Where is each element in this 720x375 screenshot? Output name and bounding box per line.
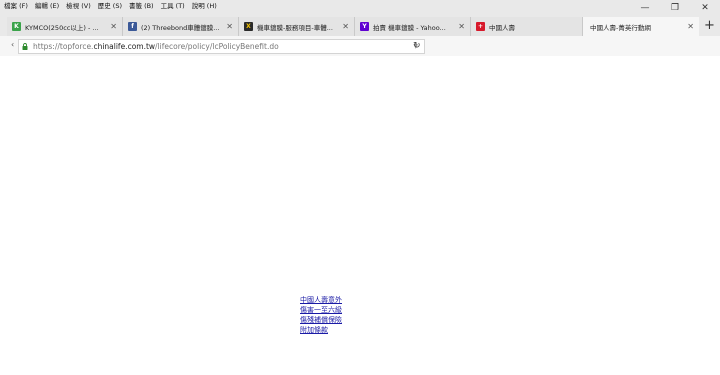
tab-title: KYMCO(250cc以上) - ...: [25, 23, 99, 32]
url-path: /lifecore/policy/lcPolicyBenefit.do: [155, 42, 279, 51]
menu-history[interactable]: 歷史 (S): [96, 1, 127, 11]
close-icon: ✕: [701, 2, 709, 13]
lock-icon: [22, 43, 28, 50]
facebook-favicon-icon: f: [128, 22, 137, 31]
menu-bookmarks[interactable]: 書籤 (B): [127, 1, 159, 11]
navigation-toolbar: ‹ https://topforce.chinalife.com.tw/life…: [0, 36, 720, 56]
tab-title: (2) Threebond車體鍍膜...: [141, 23, 220, 32]
tab-strip: K KYMCO(250cc以上) - ... ✕ f (2) Threebond…: [0, 15, 720, 36]
window-controls: — ❐ ✕: [630, 0, 720, 15]
tab-chinalife-elite[interactable]: 中國人壽-菁英行動網 ✕: [583, 17, 699, 36]
restore-button[interactable]: ❐: [660, 0, 690, 15]
menu-edit[interactable]: 編輯 (E): [33, 1, 64, 11]
kymco-favicon-icon: K: [12, 22, 21, 31]
menu-help[interactable]: 說明 (H): [190, 1, 222, 11]
chinalife-favicon-icon: +: [476, 22, 485, 31]
new-tab-button[interactable]: +: [704, 19, 715, 33]
link-additional-terms[interactable]: 附加條款: [300, 325, 342, 335]
menu-tools[interactable]: 工具 (T): [159, 1, 190, 11]
url-host: chinalife.com.tw: [93, 42, 156, 51]
close-tab-icon[interactable]: ✕: [342, 22, 349, 31]
tab-title: 中國人壽: [489, 23, 515, 32]
menu-bar: 檔案 (F) 編輯 (E) 檢視 (V) 歷史 (S) 書籤 (B) 工具 (T…: [0, 0, 720, 15]
url-text: https://topforce.chinalife.com.tw/lifeco…: [33, 42, 413, 51]
close-window-button[interactable]: ✕: [690, 0, 720, 15]
address-bar[interactable]: https://topforce.chinalife.com.tw/lifeco…: [18, 39, 425, 54]
tab-title: 機車鍍膜-服務項目-車體...: [257, 23, 333, 32]
tab-chinalife[interactable]: + 中國人壽: [471, 17, 583, 36]
menu-list: 檔案 (F) 編輯 (E) 檢視 (V) 歷史 (S) 書籤 (B) 工具 (T…: [2, 1, 222, 11]
link-accident-insurance[interactable]: 中國人壽意外: [300, 295, 342, 305]
link-injury-levels[interactable]: 傷害一至六級: [300, 305, 342, 315]
close-tab-icon[interactable]: ✕: [458, 22, 465, 31]
close-tab-icon[interactable]: ✕: [110, 22, 117, 31]
minimize-button[interactable]: —: [630, 0, 660, 15]
restore-icon: ❐: [670, 2, 680, 13]
link-disability-compensation[interactable]: 傷殘補償保險: [300, 315, 342, 325]
tab-kymco[interactable]: K KYMCO(250cc以上) - ... ✕: [7, 17, 123, 36]
url-prefix: https://topforce.: [33, 42, 94, 51]
menu-view[interactable]: 檢視 (V): [64, 1, 96, 11]
tab-title: 中國人壽-菁英行動網: [590, 23, 651, 32]
close-tab-icon[interactable]: ✕: [226, 22, 233, 31]
tab-yahoo-auction[interactable]: Y 拍賣 機車鍍膜 - Yahoo... ✕: [355, 17, 471, 36]
yahoo-favicon-icon: Y: [360, 22, 369, 31]
site-favicon-icon: X: [244, 22, 253, 31]
policy-links: 中國人壽意外 傷害一至六級 傷殘補償保險 附加條款: [300, 295, 342, 335]
tab-threebond[interactable]: f (2) Threebond車體鍍膜... ✕: [123, 17, 239, 36]
minimize-icon: —: [640, 2, 650, 13]
tab-title: 拍賣 機車鍍膜 - Yahoo...: [373, 23, 446, 32]
back-arrow-icon[interactable]: ‹: [11, 40, 14, 49]
reload-icon[interactable]: ↻: [413, 41, 421, 51]
tab-scooter-coating[interactable]: X 機車鍍膜-服務項目-車體... ✕: [239, 17, 355, 36]
menu-file[interactable]: 檔案 (F): [2, 1, 33, 11]
close-tab-icon[interactable]: ✕: [687, 22, 694, 31]
